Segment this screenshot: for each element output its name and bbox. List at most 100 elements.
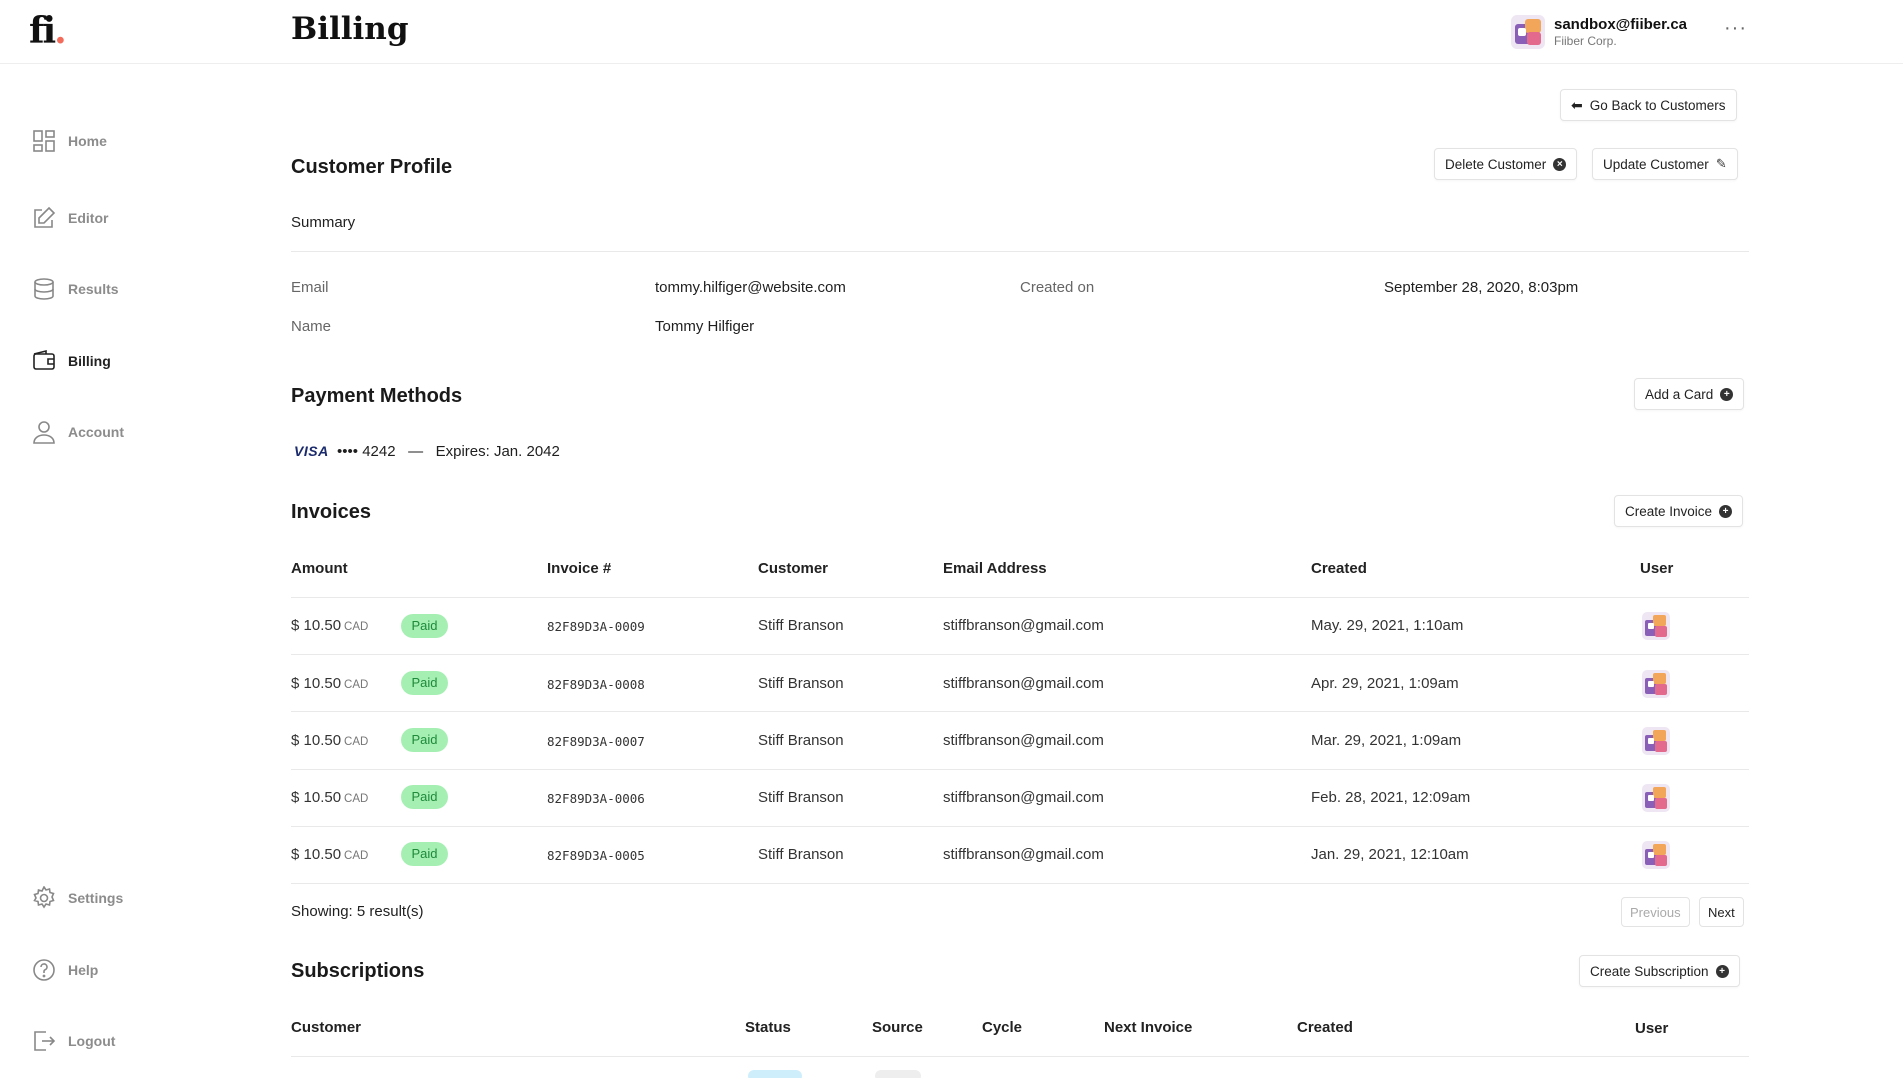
create-invoice-button[interactable]: Create Invoice + — [1614, 495, 1744, 527]
user-profile[interactable]: sandbox@fiiber.ca Fiiber Corp. — [1511, 13, 1687, 51]
invoice-customer: Stiff Branson — [758, 617, 844, 634]
sidebar-item-help[interactable]: Help — [32, 958, 98, 982]
sidebar-item-home[interactable]: Home — [32, 129, 107, 153]
payment-methods-title: Payment Methods — [291, 385, 463, 407]
add-card-button[interactable]: Add a Card + — [1634, 378, 1745, 410]
column-header[interactable]: Email Address — [943, 560, 1047, 577]
avatar[interactable] — [1642, 612, 1670, 640]
avatar[interactable] — [1642, 727, 1670, 755]
status-badge: Paid — [401, 842, 448, 866]
sidebar-item-label: Billing — [68, 353, 111, 369]
sidebar-item-account[interactable]: Account — [32, 420, 124, 444]
help-icon — [33, 959, 55, 981]
invoice-created: May. 29, 2021, 1:10am — [1311, 617, 1464, 634]
back-arrow-icon: ⬅ — [1571, 96, 1583, 113]
sidebar-item-label: Logout — [68, 1033, 116, 1049]
avatar[interactable] — [1642, 670, 1670, 698]
avatar[interactable] — [1642, 784, 1670, 812]
divider — [291, 826, 1749, 827]
status-badge — [748, 1070, 802, 1078]
plus-circle-icon: + — [1715, 964, 1729, 978]
column-header[interactable]: Source — [872, 1019, 923, 1036]
invoice-email: stiffbranson@gmail.com — [943, 675, 1104, 692]
create-subscription-button[interactable]: Create Subscription + — [1579, 955, 1740, 987]
wallet-icon — [33, 349, 55, 370]
update-customer-button[interactable]: Update Customer ✎ — [1592, 148, 1738, 180]
user-icon — [33, 421, 55, 444]
email-value: tommy.hilfiger@website.com — [655, 279, 846, 296]
avatar[interactable] — [1642, 841, 1670, 869]
status-badge: Paid — [401, 785, 448, 809]
card-dash: — — [408, 443, 424, 460]
sidebar-item-editor[interactable]: Editor — [32, 206, 108, 230]
go-back-button[interactable]: ⬅ Go Back to Customers — [1560, 89, 1737, 121]
delete-customer-button[interactable]: Delete Customer × — [1434, 148, 1578, 180]
invoices-title: Invoices — [291, 501, 372, 523]
logout-icon — [34, 1031, 56, 1051]
invoice-customer: Stiff Branson — [758, 675, 844, 692]
sidebar-item-settings[interactable]: Settings — [32, 886, 123, 910]
invoice-number[interactable]: 82F89D3A-0009 — [547, 619, 645, 634]
invoice-customer: Stiff Branson — [758, 846, 844, 863]
sidebar-item-billing[interactable]: Billing — [32, 349, 111, 373]
divider — [291, 654, 1749, 655]
sidebar-item-label: Help — [68, 962, 99, 978]
divider — [291, 711, 1749, 712]
column-header[interactable]: Customer — [758, 560, 828, 577]
sidebar-item-label: Account — [68, 424, 124, 440]
column-header[interactable]: Status — [745, 1019, 791, 1036]
card-expiry: Expires: Jan. 2042 — [435, 443, 560, 460]
invoice-amount: $ 10.50 CAD — [291, 732, 369, 749]
created-on-value: September 28, 2020, 8:03pm — [1384, 279, 1579, 296]
sidebar-item-logout[interactable]: Logout — [32, 1029, 115, 1053]
invoice-number[interactable]: 82F89D3A-0006 — [547, 791, 645, 806]
user-email: sandbox@fiiber.ca — [1554, 15, 1688, 33]
divider — [291, 597, 1749, 598]
page-title: Billing — [291, 11, 409, 47]
payment-card[interactable]: VISA •••• 4242 — Expires: Jan. 2042 — [294, 443, 560, 460]
invoice-created: Jan. 29, 2021, 12:10am — [1311, 846, 1469, 863]
column-header[interactable]: Invoice # — [547, 560, 611, 577]
column-header[interactable]: Amount — [291, 560, 348, 577]
avatar — [1511, 15, 1545, 49]
status-badge: Paid — [401, 728, 448, 752]
edit-icon — [34, 206, 56, 228]
invoice-customer: Stiff Branson — [758, 732, 844, 749]
invoice-created: Apr. 29, 2021, 1:09am — [1311, 675, 1459, 692]
summary-label: Summary — [291, 214, 356, 231]
divider — [291, 1056, 1749, 1057]
sidebar-item-label: Results — [68, 281, 119, 297]
invoice-number[interactable]: 82F89D3A-0007 — [547, 734, 645, 749]
sidebar-item-results[interactable]: Results — [32, 277, 119, 301]
divider — [291, 883, 1749, 884]
invoice-email: stiffbranson@gmail.com — [943, 617, 1104, 634]
name-value: Tommy Hilfiger — [655, 318, 755, 335]
divider — [291, 769, 1749, 770]
column-header[interactable]: User — [1640, 560, 1673, 577]
source-badge — [875, 1070, 921, 1078]
top-bar: fi. Billing sandbox@fiiber.ca Fiiber Cor… — [0, 0, 1903, 64]
column-header[interactable]: User — [1635, 1020, 1668, 1037]
invoice-amount: $ 10.50 CAD — [291, 789, 369, 806]
invoice-email: stiffbranson@gmail.com — [943, 846, 1104, 863]
more-options-button[interactable]: ··· — [1724, 17, 1747, 40]
sidebar-item-label: Editor — [68, 210, 109, 226]
column-header[interactable]: Created — [1297, 1019, 1353, 1036]
status-badge: Paid — [401, 671, 448, 695]
column-header[interactable]: Customer — [291, 1019, 361, 1036]
results-count: Showing: 5 result(s) — [291, 903, 424, 920]
column-header[interactable]: Next Invoice — [1104, 1019, 1192, 1036]
column-header[interactable]: Cycle — [982, 1019, 1022, 1036]
column-header[interactable]: Created — [1311, 560, 1367, 577]
previous-page-button[interactable]: Previous — [1621, 897, 1690, 927]
grid-icon — [33, 130, 55, 152]
divider — [291, 251, 1749, 252]
next-page-button[interactable]: Next — [1699, 897, 1744, 927]
invoice-number[interactable]: 82F89D3A-0008 — [547, 677, 645, 692]
gear-icon — [33, 886, 55, 909]
status-badge: Paid — [401, 614, 448, 638]
invoice-number[interactable]: 82F89D3A-0005 — [547, 848, 645, 863]
pencil-icon: ✎ — [1715, 156, 1727, 171]
app-logo[interactable]: fi. — [29, 10, 67, 52]
created-on-label: Created on — [1020, 279, 1095, 296]
